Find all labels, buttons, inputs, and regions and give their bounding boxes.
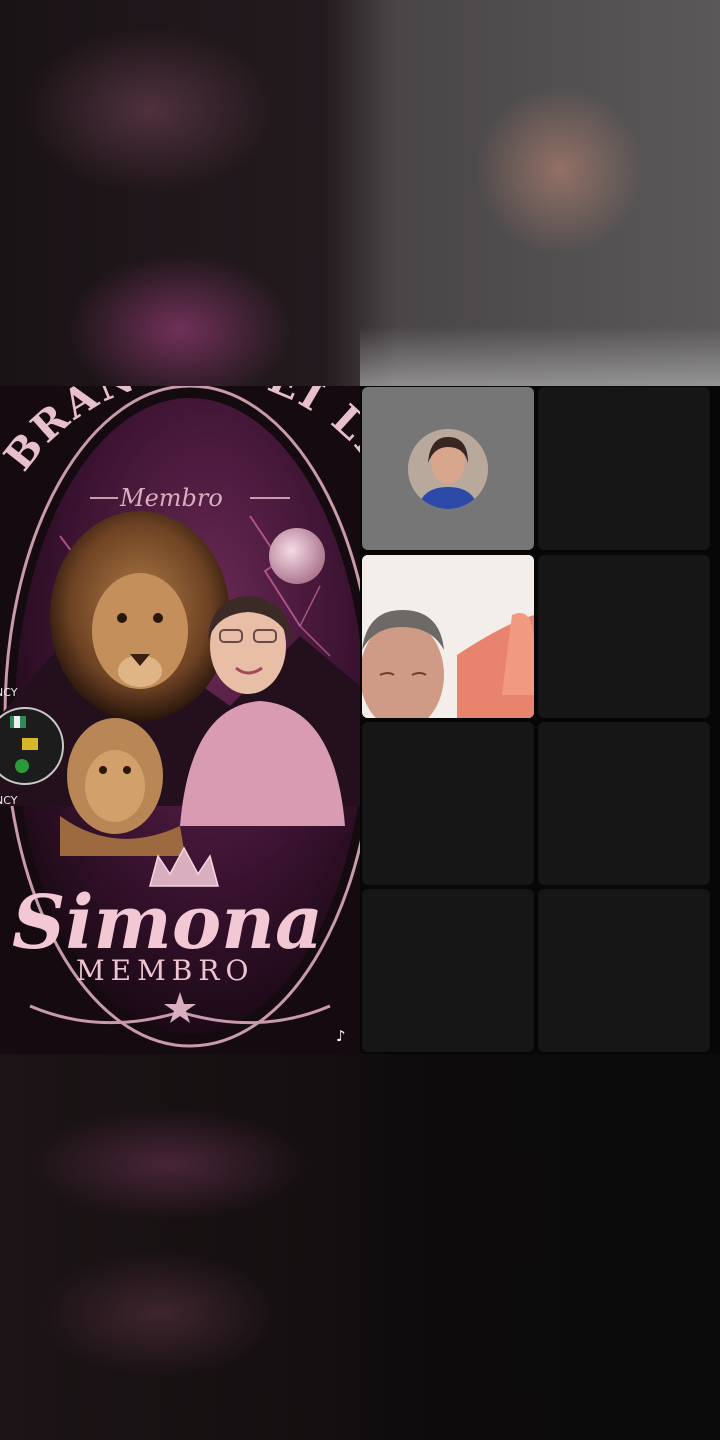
blurred-background-top [0, 0, 720, 386]
guest-slot-5[interactable] [362, 722, 534, 885]
poster-subtitle: Membro [119, 484, 223, 512]
guest-avatar[interactable] [408, 429, 488, 509]
svg-text:NCY: NCY [0, 794, 18, 807]
multi-guest-live-panel: NCY NCY BRANCO DEI LE Membro Simona MEMB… [0, 386, 720, 1054]
guest-slot-4[interactable] [538, 555, 710, 718]
guest-slot-8[interactable] [538, 889, 710, 1052]
lion-illustration [50, 511, 230, 721]
guest-slot-3[interactable] [362, 555, 534, 718]
guest-slot-2[interactable] [538, 387, 710, 550]
tiktok-logo-icon: ♪ [336, 1027, 346, 1045]
guest-slot-6[interactable] [538, 722, 710, 885]
member-role: MEMBRO [76, 954, 254, 987]
guest-video-feed [362, 555, 534, 718]
guest-slot-7[interactable] [362, 889, 534, 1052]
host-video-poster[interactable]: NCY NCY BRANCO DEI LE Membro Simona MEMB… [0, 386, 360, 1054]
guest-slot-1[interactable] [362, 387, 534, 550]
live-screen: NCY NCY BRANCO DEI LE Membro Simona MEMB… [0, 0, 720, 1440]
blurred-background-bottom [0, 1054, 720, 1440]
svg-text:NCY: NCY [0, 686, 18, 699]
